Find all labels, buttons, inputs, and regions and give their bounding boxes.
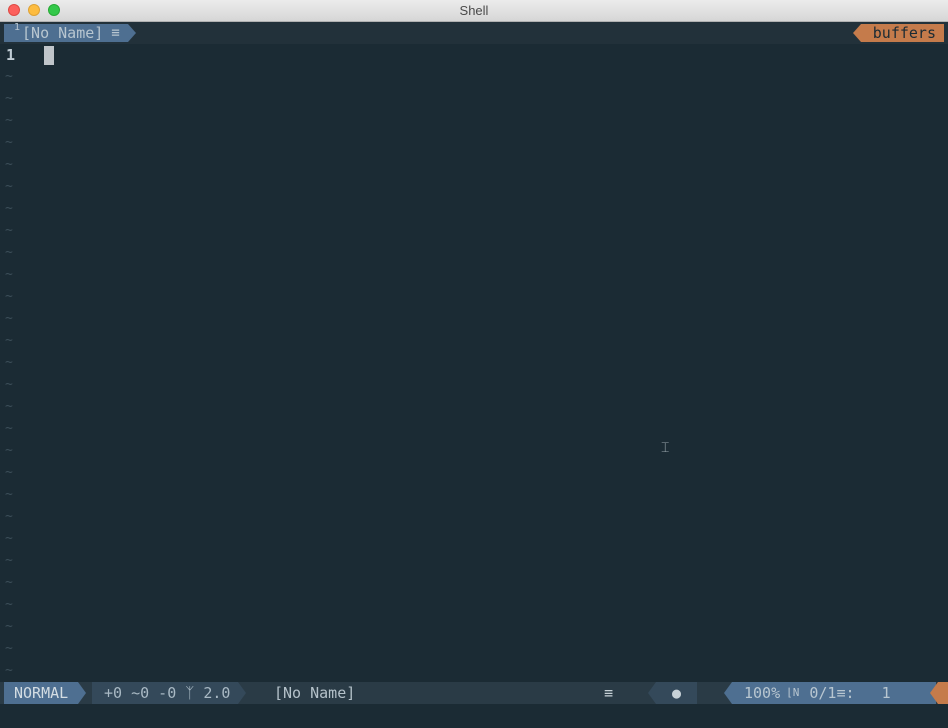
tilde-marker: ~ bbox=[5, 179, 13, 194]
editor-buffer[interactable]: 1 ~ ~ ~ ~ ~ ~ ~ ~ ~ ~ ~ ~ ~ ~ ~ ~ ~ ~ ~ ~ ~ ~ ~ ~ ~ ~ ~ ~ bbox=[0, 44, 948, 682]
percent: 100% bbox=[744, 684, 781, 702]
empty-line: ~ bbox=[0, 660, 948, 682]
empty-line: ~ bbox=[0, 418, 948, 440]
tilde-marker: ~ bbox=[5, 641, 13, 656]
apple-icon: ● bbox=[647, 682, 698, 704]
empty-line: ~ bbox=[0, 638, 948, 660]
empty-line: ~ bbox=[0, 374, 948, 396]
tilde-marker: ~ bbox=[5, 267, 13, 282]
tilde-marker: ~ bbox=[5, 135, 13, 150]
tilde-marker: ~ bbox=[5, 201, 13, 216]
empty-line: ~ bbox=[0, 484, 948, 506]
tilde-marker: ~ bbox=[5, 443, 13, 458]
empty-line: ~ bbox=[0, 330, 948, 352]
empty-line: ~ bbox=[0, 616, 948, 638]
tilde-marker: ~ bbox=[5, 421, 13, 436]
line-position: 0/1 bbox=[809, 684, 837, 702]
hunk-summary: +0 ~0 -0 bbox=[104, 684, 177, 702]
warning-segment bbox=[930, 682, 948, 704]
status-filename: [No Name] bbox=[274, 684, 356, 702]
empty-line: ~ bbox=[0, 132, 948, 154]
cursor-position: 100% ⌊N 0/1≡: 1 bbox=[724, 682, 936, 704]
list-icon: ≡ bbox=[604, 684, 614, 702]
empty-line: ~ bbox=[0, 66, 948, 88]
empty-line: ~ bbox=[0, 110, 948, 132]
list-icon: ≡ bbox=[111, 25, 120, 41]
git-branch-name: 2.0 bbox=[203, 684, 231, 702]
empty-line: ~ bbox=[0, 440, 948, 462]
mode-indicator: NORMAL bbox=[4, 682, 87, 704]
empty-line: ~ bbox=[0, 308, 948, 330]
tilde-marker: ~ bbox=[5, 509, 13, 524]
tilde-marker: ~ bbox=[5, 377, 13, 392]
empty-line: ~ bbox=[0, 462, 948, 484]
empty-line: ~ bbox=[0, 176, 948, 198]
empty-line: ~ bbox=[0, 506, 948, 528]
empty-line: ~ bbox=[0, 572, 948, 594]
empty-line: ~ bbox=[0, 550, 948, 572]
tilde-marker: ~ bbox=[5, 531, 13, 546]
empty-line: ~ bbox=[0, 286, 948, 308]
window-titlebar: Shell bbox=[0, 0, 948, 22]
empty-line: ~ bbox=[0, 264, 948, 286]
buffers-label[interactable]: buffers bbox=[852, 24, 944, 42]
tab-number: 1 bbox=[14, 22, 21, 33]
tilde-marker: ~ bbox=[5, 399, 13, 414]
tilde-marker: ~ bbox=[5, 575, 13, 590]
tilde-marker: ~ bbox=[5, 465, 13, 480]
tilde-marker: ~ bbox=[5, 157, 13, 172]
list-icon: ≡ bbox=[836, 684, 846, 702]
empty-line: ~ bbox=[0, 242, 948, 264]
ibeam-pointer-icon: ⌶ bbox=[661, 440, 670, 456]
tilde-marker: ~ bbox=[5, 223, 13, 238]
tilde-marker: ~ bbox=[5, 245, 13, 260]
vim-tabline: 1 [No Name] ≡ buffers bbox=[0, 22, 948, 44]
git-branch-icon: ᛉ bbox=[185, 684, 195, 702]
tilde-marker: ~ bbox=[5, 487, 13, 502]
line-number-icon: ⌊N bbox=[786, 686, 800, 699]
text-cursor bbox=[44, 46, 54, 65]
column-separator: : bbox=[845, 684, 855, 702]
git-hunks: +0 ~0 -0 ᛉ 2.0 bbox=[92, 682, 247, 704]
terminal[interactable]: 1 [No Name] ≡ buffers 1 ~ ~ ~ ~ ~ ~ ~ ~ ~ ~ ~ ~ ~ ~ ~ ~… bbox=[0, 22, 948, 728]
line-number: 1 bbox=[6, 46, 16, 64]
empty-line: ~ bbox=[0, 528, 948, 550]
empty-line: ~ bbox=[0, 198, 948, 220]
tilde-marker: ~ bbox=[5, 91, 13, 106]
tilde-marker: ~ bbox=[5, 619, 13, 634]
window-title: Shell bbox=[459, 3, 489, 18]
column-number: 1 bbox=[881, 684, 891, 702]
command-line[interactable] bbox=[0, 704, 948, 728]
empty-line: ~ bbox=[0, 220, 948, 242]
tilde-marker: ~ bbox=[5, 663, 13, 678]
empty-line: ~ bbox=[0, 594, 948, 616]
tilde-marker: ~ bbox=[5, 553, 13, 568]
tilde-marker: ~ bbox=[5, 333, 13, 348]
tab-label: [No Name] bbox=[22, 24, 104, 42]
buffer-line: 1 bbox=[0, 44, 948, 66]
tilde-marker: ~ bbox=[5, 597, 13, 612]
tilde-marker: ~ bbox=[5, 69, 13, 84]
tab-no-name[interactable]: 1 [No Name] ≡ bbox=[4, 22, 136, 42]
empty-line: ~ bbox=[0, 154, 948, 176]
tilde-marker: ~ bbox=[5, 355, 13, 370]
tilde-marker: ~ bbox=[5, 289, 13, 304]
empty-line: ~ bbox=[0, 352, 948, 374]
tilde-marker: ~ bbox=[5, 311, 13, 326]
tilde-marker: ~ bbox=[5, 113, 13, 128]
empty-line: ~ bbox=[0, 396, 948, 418]
vim-statusline: NORMAL +0 ~0 -0 ᛉ 2.0 [No Name] ≡ ● 100%… bbox=[0, 682, 948, 704]
empty-line: ~ bbox=[0, 88, 948, 110]
